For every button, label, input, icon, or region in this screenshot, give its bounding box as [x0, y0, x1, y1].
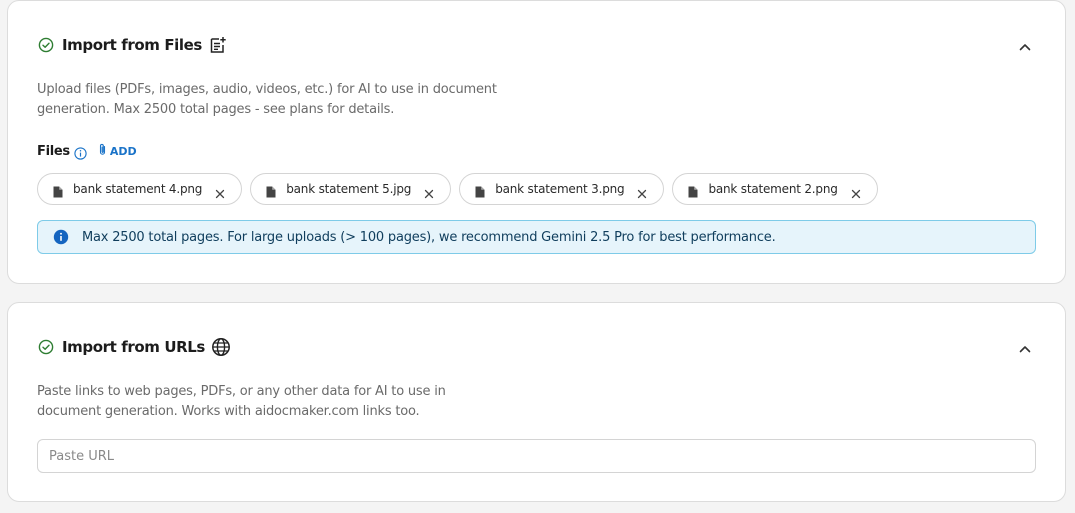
files-label: Files — [37, 143, 70, 159]
close-icon[interactable] — [424, 184, 434, 199]
file-chip-label: bank statement 5.jpg — [286, 182, 412, 196]
import-urls-description: Paste links to web pages, PDFs, or any o… — [37, 384, 446, 419]
add-files-button[interactable]: ADD — [98, 143, 137, 159]
files-toolbar: Files ADD — [37, 142, 137, 160]
close-icon[interactable] — [215, 184, 225, 199]
add-files-label: ADD — [109, 144, 137, 158]
import-urls-card: Import from URLs Paste links to web page… — [7, 302, 1066, 502]
info-icon — [53, 229, 69, 245]
import-files-card: Import from Files Upload files (PDFs, im… — [7, 0, 1066, 284]
collapse-files-button[interactable] — [1015, 35, 1035, 55]
close-icon[interactable] — [637, 184, 647, 199]
document-add-icon — [208, 35, 228, 55]
globe-icon — [211, 337, 231, 357]
close-icon[interactable] — [851, 184, 861, 199]
file-chip: bank statement 4.png — [37, 173, 243, 205]
import-files-title: Import from Files — [62, 36, 202, 54]
file-icon — [688, 183, 698, 198]
file-chip-list: bank statement 4.png bank statement 5.jp… — [37, 173, 878, 205]
page-limit-info-banner: Max 2500 total pages. For large uploads … — [37, 220, 1036, 254]
file-chip-label: bank statement 4.png — [73, 182, 203, 196]
import-urls-header[interactable]: Import from URLs — [38, 335, 231, 359]
chevron-up-icon — [1019, 36, 1031, 55]
collapse-urls-button[interactable] — [1015, 337, 1035, 357]
check-circle-icon — [38, 37, 54, 53]
paperclip-icon — [98, 143, 110, 159]
file-chip-label: bank statement 3.png — [495, 182, 625, 196]
file-chip: bank statement 2.png — [672, 173, 878, 205]
import-urls-title: Import from URLs — [62, 338, 205, 356]
file-chip: bank statement 3.png — [459, 173, 665, 205]
file-icon — [475, 183, 485, 198]
import-files-header[interactable]: Import from Files — [38, 33, 228, 57]
import-files-description: Upload files (PDFs, images, audio, video… — [37, 82, 497, 117]
info-banner-text: Max 2500 total pages. For large uploads … — [82, 229, 776, 245]
info-icon[interactable] — [74, 145, 87, 160]
file-icon — [266, 183, 276, 198]
check-circle-icon — [38, 339, 54, 355]
file-chip-label: bank statement 2.png — [708, 182, 838, 196]
file-chip: bank statement 5.jpg — [250, 173, 452, 205]
chevron-up-icon — [1019, 338, 1031, 357]
url-input[interactable] — [37, 439, 1036, 473]
file-icon — [53, 183, 63, 198]
